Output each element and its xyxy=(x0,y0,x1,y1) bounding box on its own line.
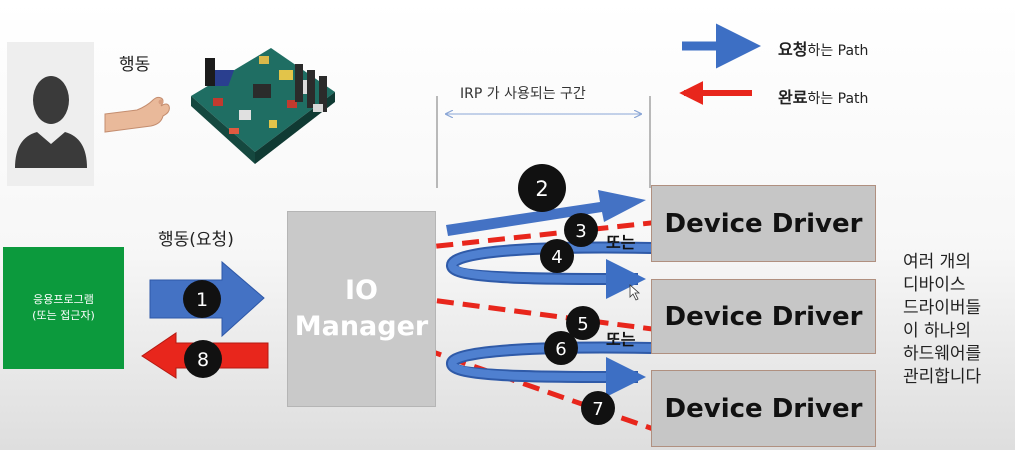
side-note-line: 하드웨어를 xyxy=(903,344,982,364)
svg-text:5: 5 xyxy=(577,314,588,335)
side-note-line: 여러 개의 xyxy=(903,252,971,272)
svg-text:7: 7 xyxy=(592,399,603,420)
io-manager-box: IO Manager xyxy=(287,211,436,407)
action-request-label: 행동(요청) xyxy=(158,230,234,250)
cursor-icon xyxy=(629,284,641,301)
side-note-line: 관리합니다 xyxy=(903,367,982,387)
device-driver-label-3: Device Driver xyxy=(664,393,863,424)
svg-text:8: 8 xyxy=(197,349,209,371)
svg-text:3: 3 xyxy=(575,221,586,242)
svg-text:2: 2 xyxy=(535,177,548,201)
application-label: 응용프로그램 xyxy=(33,293,94,306)
application-box: 응용프로그램 (또는 접근자) xyxy=(3,247,124,369)
or-label-1: 또는 xyxy=(606,233,636,252)
step-badge-8: 8 xyxy=(184,340,222,378)
side-note: 여러 개의 디바이스 드라이버들 이 하나의 하드웨어를 관리합니다 xyxy=(903,251,1013,389)
legend-request-label: 요청하는 Path xyxy=(778,40,869,59)
io-manager-label-line1: IO xyxy=(345,275,378,306)
step-badge-4: 4 xyxy=(540,239,574,273)
application-sublabel: (또는 접근자) xyxy=(32,309,95,322)
io-manager-label-line2: Manager xyxy=(294,311,429,342)
step-badge-7: 7 xyxy=(581,391,615,425)
device-driver-box-2: Device Driver xyxy=(651,279,876,354)
side-note-line: 이 하나의 xyxy=(903,321,971,341)
side-note-line: 드라이버들 xyxy=(903,298,982,318)
irp-section-label: IRP 가 사용되는 구간 xyxy=(460,86,586,102)
step-badge-3: 3 xyxy=(564,213,598,247)
arrow-complete-driver3-to-io xyxy=(403,338,663,435)
step-badge-1: 1 xyxy=(183,280,221,318)
legend-complete-label: 완료하는 Path xyxy=(778,88,869,107)
side-note-line: 디바이스 xyxy=(903,275,966,295)
device-driver-label-2: Device Driver xyxy=(664,301,863,332)
svg-text:1: 1 xyxy=(196,289,208,311)
svg-text:6: 6 xyxy=(555,339,566,360)
step-badge-6: 6 xyxy=(544,331,578,365)
or-label-2: 또는 xyxy=(606,330,636,349)
step-badge-2: 2 xyxy=(518,164,566,212)
device-driver-box-3: Device Driver xyxy=(651,370,876,447)
device-driver-box-1: Device Driver xyxy=(651,185,876,262)
device-driver-label-1: Device Driver xyxy=(664,208,863,239)
svg-text:4: 4 xyxy=(551,247,562,268)
